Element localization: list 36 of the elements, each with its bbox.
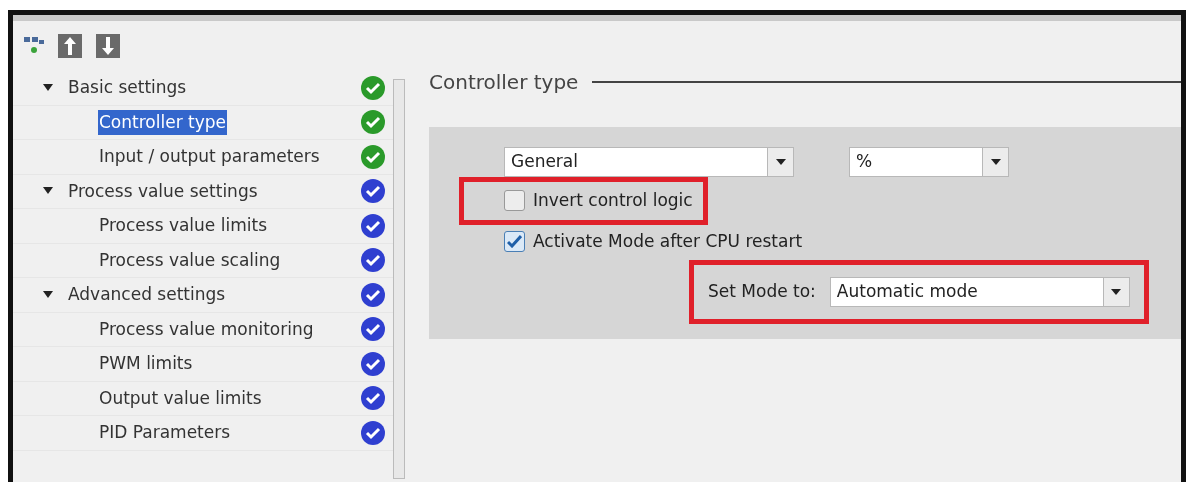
dropdown-arrow-button[interactable] [1102,278,1129,306]
checkmark-icon [507,234,522,248]
tree-item[interactable]: Output value limits [98,385,263,411]
tree-item[interactable]: Input / output parameters [98,144,321,170]
scrollbar[interactable] [393,79,405,479]
caret-icon [990,159,1001,165]
tree-item[interactable]: Process value limits [98,213,268,239]
dropdown-value: % [855,150,874,174]
tree-item[interactable]: Process value scaling [98,247,282,273]
checkbox[interactable] [504,190,525,212]
caret-icon [1111,289,1122,295]
checkbox-label: Activate Mode after CPU restart [533,229,803,253]
dropdown-arrow-button[interactable] [982,148,1008,176]
tree-item[interactable]: Process value settings [67,178,259,204]
dropdown-arrow-button[interactable] [767,148,793,176]
tree-item[interactable]: Controller type [98,109,227,135]
dropdown-value: General [510,150,579,174]
expand-arrow-icon[interactable] [43,187,53,196]
tree-item[interactable]: Process value monitoring [98,316,315,342]
checkbox-label: Invert control logic [533,189,693,212]
move-down-icon[interactable] [95,33,121,59]
move-up-icon[interactable] [57,33,83,59]
set-mode-label: Set Mode to: [708,280,816,304]
expand-arrow-icon[interactable] [43,290,53,299]
caret-icon [775,159,786,165]
checkbox[interactable] [504,230,525,252]
dropdown-value: Automatic mode [835,280,979,304]
mode-dropdown[interactable]: Automatic mode [829,277,1130,307]
expand-arrow-icon[interactable] [43,83,53,92]
section-title: Controller type [429,69,579,96]
tree-item[interactable]: PWM limits [98,351,194,377]
dropdown[interactable]: General [504,147,794,177]
dropdown[interactable]: % [849,147,1009,177]
tree-item[interactable]: Basic settings [67,75,188,101]
tree-item[interactable]: Advanced settings [67,282,227,308]
tree-item[interactable]: PID Parameters [98,420,232,446]
